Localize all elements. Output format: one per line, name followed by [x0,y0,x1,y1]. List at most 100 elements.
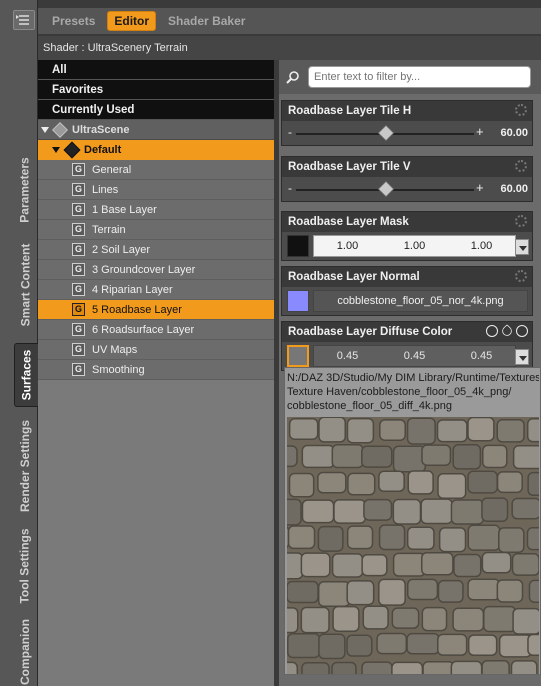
property-label: Roadbase Layer Tile H [282,101,532,121]
filter-input[interactable] [308,66,531,88]
normal-map-filename[interactable]: cobblestone_floor_05_nor_4k.png [313,290,528,312]
increment-icon[interactable]: + [476,180,484,195]
expand-triangle-icon[interactable] [41,126,49,133]
cobblestone [527,633,539,657]
slider-thumb[interactable] [377,180,395,198]
chevron-down-icon[interactable] [515,349,529,365]
heart-icon[interactable] [500,324,514,338]
group-g-icon: G [72,203,85,216]
surface-tree: All Favorites Currently Used UltraScene … [38,60,274,686]
group-g-icon: G [72,323,85,336]
tree-item[interactable]: G6 Roadsurface Layer [38,320,274,340]
slider-value[interactable]: 60.00 [500,127,528,139]
cobblestone [510,660,538,674]
slider-thumb[interactable] [377,124,395,142]
property-label: Roadbase Layer Tile V [282,157,532,177]
tab-surfaces[interactable]: Surfaces [14,343,38,407]
diffuse-map-icon[interactable] [287,345,309,367]
mask-map-icon[interactable] [287,235,309,257]
cobblestone [528,579,539,604]
cobblestone [347,472,376,496]
tree-item[interactable]: G Terrain [38,220,274,240]
cobblestone [450,660,483,674]
cobblestone [496,419,525,443]
tree-item[interactable]: G Lines [38,180,274,200]
link-icon[interactable] [486,325,498,337]
gear-icon[interactable] [515,160,527,172]
cobblestone [437,473,467,499]
tab-smart-content[interactable]: Smart Content [14,240,36,330]
tree-item[interactable]: G3 Groundcover Layer [38,260,274,280]
tree-category-all[interactable]: All [38,60,274,80]
gear-icon[interactable] [515,270,527,282]
tree-material-default[interactable]: Default [38,140,274,160]
tree-item[interactable]: G Smoothing [38,360,274,380]
gear-icon[interactable] [515,104,527,116]
group-g-icon: G [72,223,85,236]
diffuse-values[interactable]: 0.45 0.45 0.45 [313,345,516,367]
tile-v-slider[interactable]: - + 60.00 [282,177,532,201]
cobblestone [287,525,316,550]
tree-item[interactable]: G1 Base Layer [38,200,274,220]
cobblestone [362,605,389,630]
tree-item[interactable]: G4 Riparian Layer [38,280,274,300]
decrement-icon[interactable]: - [288,125,292,139]
cobblestone [317,525,344,552]
cobblestone [361,661,393,674]
slider-value[interactable]: 60.00 [500,183,528,195]
tree-category-currently-used[interactable]: Currently Used [38,100,274,120]
cobblestone [527,471,539,497]
cobblestone-texture-preview [287,417,539,674]
cobblestone [498,634,532,658]
cobblestone [376,632,408,655]
chevron-down-icon[interactable] [515,239,529,255]
tree-item[interactable]: G2 Soil Layer [38,240,274,260]
cobblestone [421,444,452,466]
tab-shader-baker[interactable]: Shader Baker [162,12,251,30]
cobblestone [421,606,448,632]
tab-presets[interactable]: Presets [46,12,101,30]
tab-tool-settings[interactable]: Tool Settings [14,524,36,608]
gear-icon[interactable] [515,215,527,227]
property-label: Roadbase Layer Mask [282,212,532,232]
tree-category-favorites[interactable]: Favorites [38,80,274,100]
tree-item[interactable]: G General [38,160,274,180]
tab-editor[interactable]: Editor [107,11,157,31]
cobblestone [467,524,501,551]
cobblestone [481,497,509,522]
normal-map-thumbnail[interactable] [287,290,309,312]
cobblestone [437,633,468,656]
tree-node-ultrascene[interactable]: UltraScene [38,120,274,140]
tab-companion[interactable]: Companion [14,618,36,686]
expand-triangle-icon[interactable] [52,147,60,153]
tab-render-settings[interactable]: Render Settings [14,418,36,514]
group-g-icon: G [72,303,85,316]
cobblestone [287,632,321,659]
tab-parameters[interactable]: Parameters [14,150,36,230]
decrement-icon[interactable]: - [288,181,292,195]
cobblestone [391,607,420,629]
cobblestone [452,444,482,470]
cobblestone [483,605,517,633]
cobblestone [392,498,422,525]
mask-values[interactable]: 1.00 1.00 1.00 [313,235,516,257]
tree-item[interactable]: G UV Maps [38,340,274,360]
gear-icon[interactable] [516,325,528,337]
cobblestone [346,417,375,444]
cobblestone [331,661,357,674]
cobblestone [526,527,539,551]
cobblestone [406,417,436,445]
material-group-icon [63,141,81,159]
cobblestone [287,580,319,604]
cobblestone [481,660,510,674]
cobblestone [333,499,367,524]
pane-menu-icon[interactable] [13,10,35,30]
cobblestone [346,634,373,657]
group-g-icon: G [72,363,85,376]
tile-h-slider[interactable]: - + 60.00 [282,121,532,145]
cobblestone [407,470,434,495]
search-icon[interactable] [286,70,300,84]
tree-item-selected[interactable]: G5 Roadbase Layer [38,300,274,320]
cobblestone [450,499,485,525]
increment-icon[interactable]: + [476,124,484,139]
